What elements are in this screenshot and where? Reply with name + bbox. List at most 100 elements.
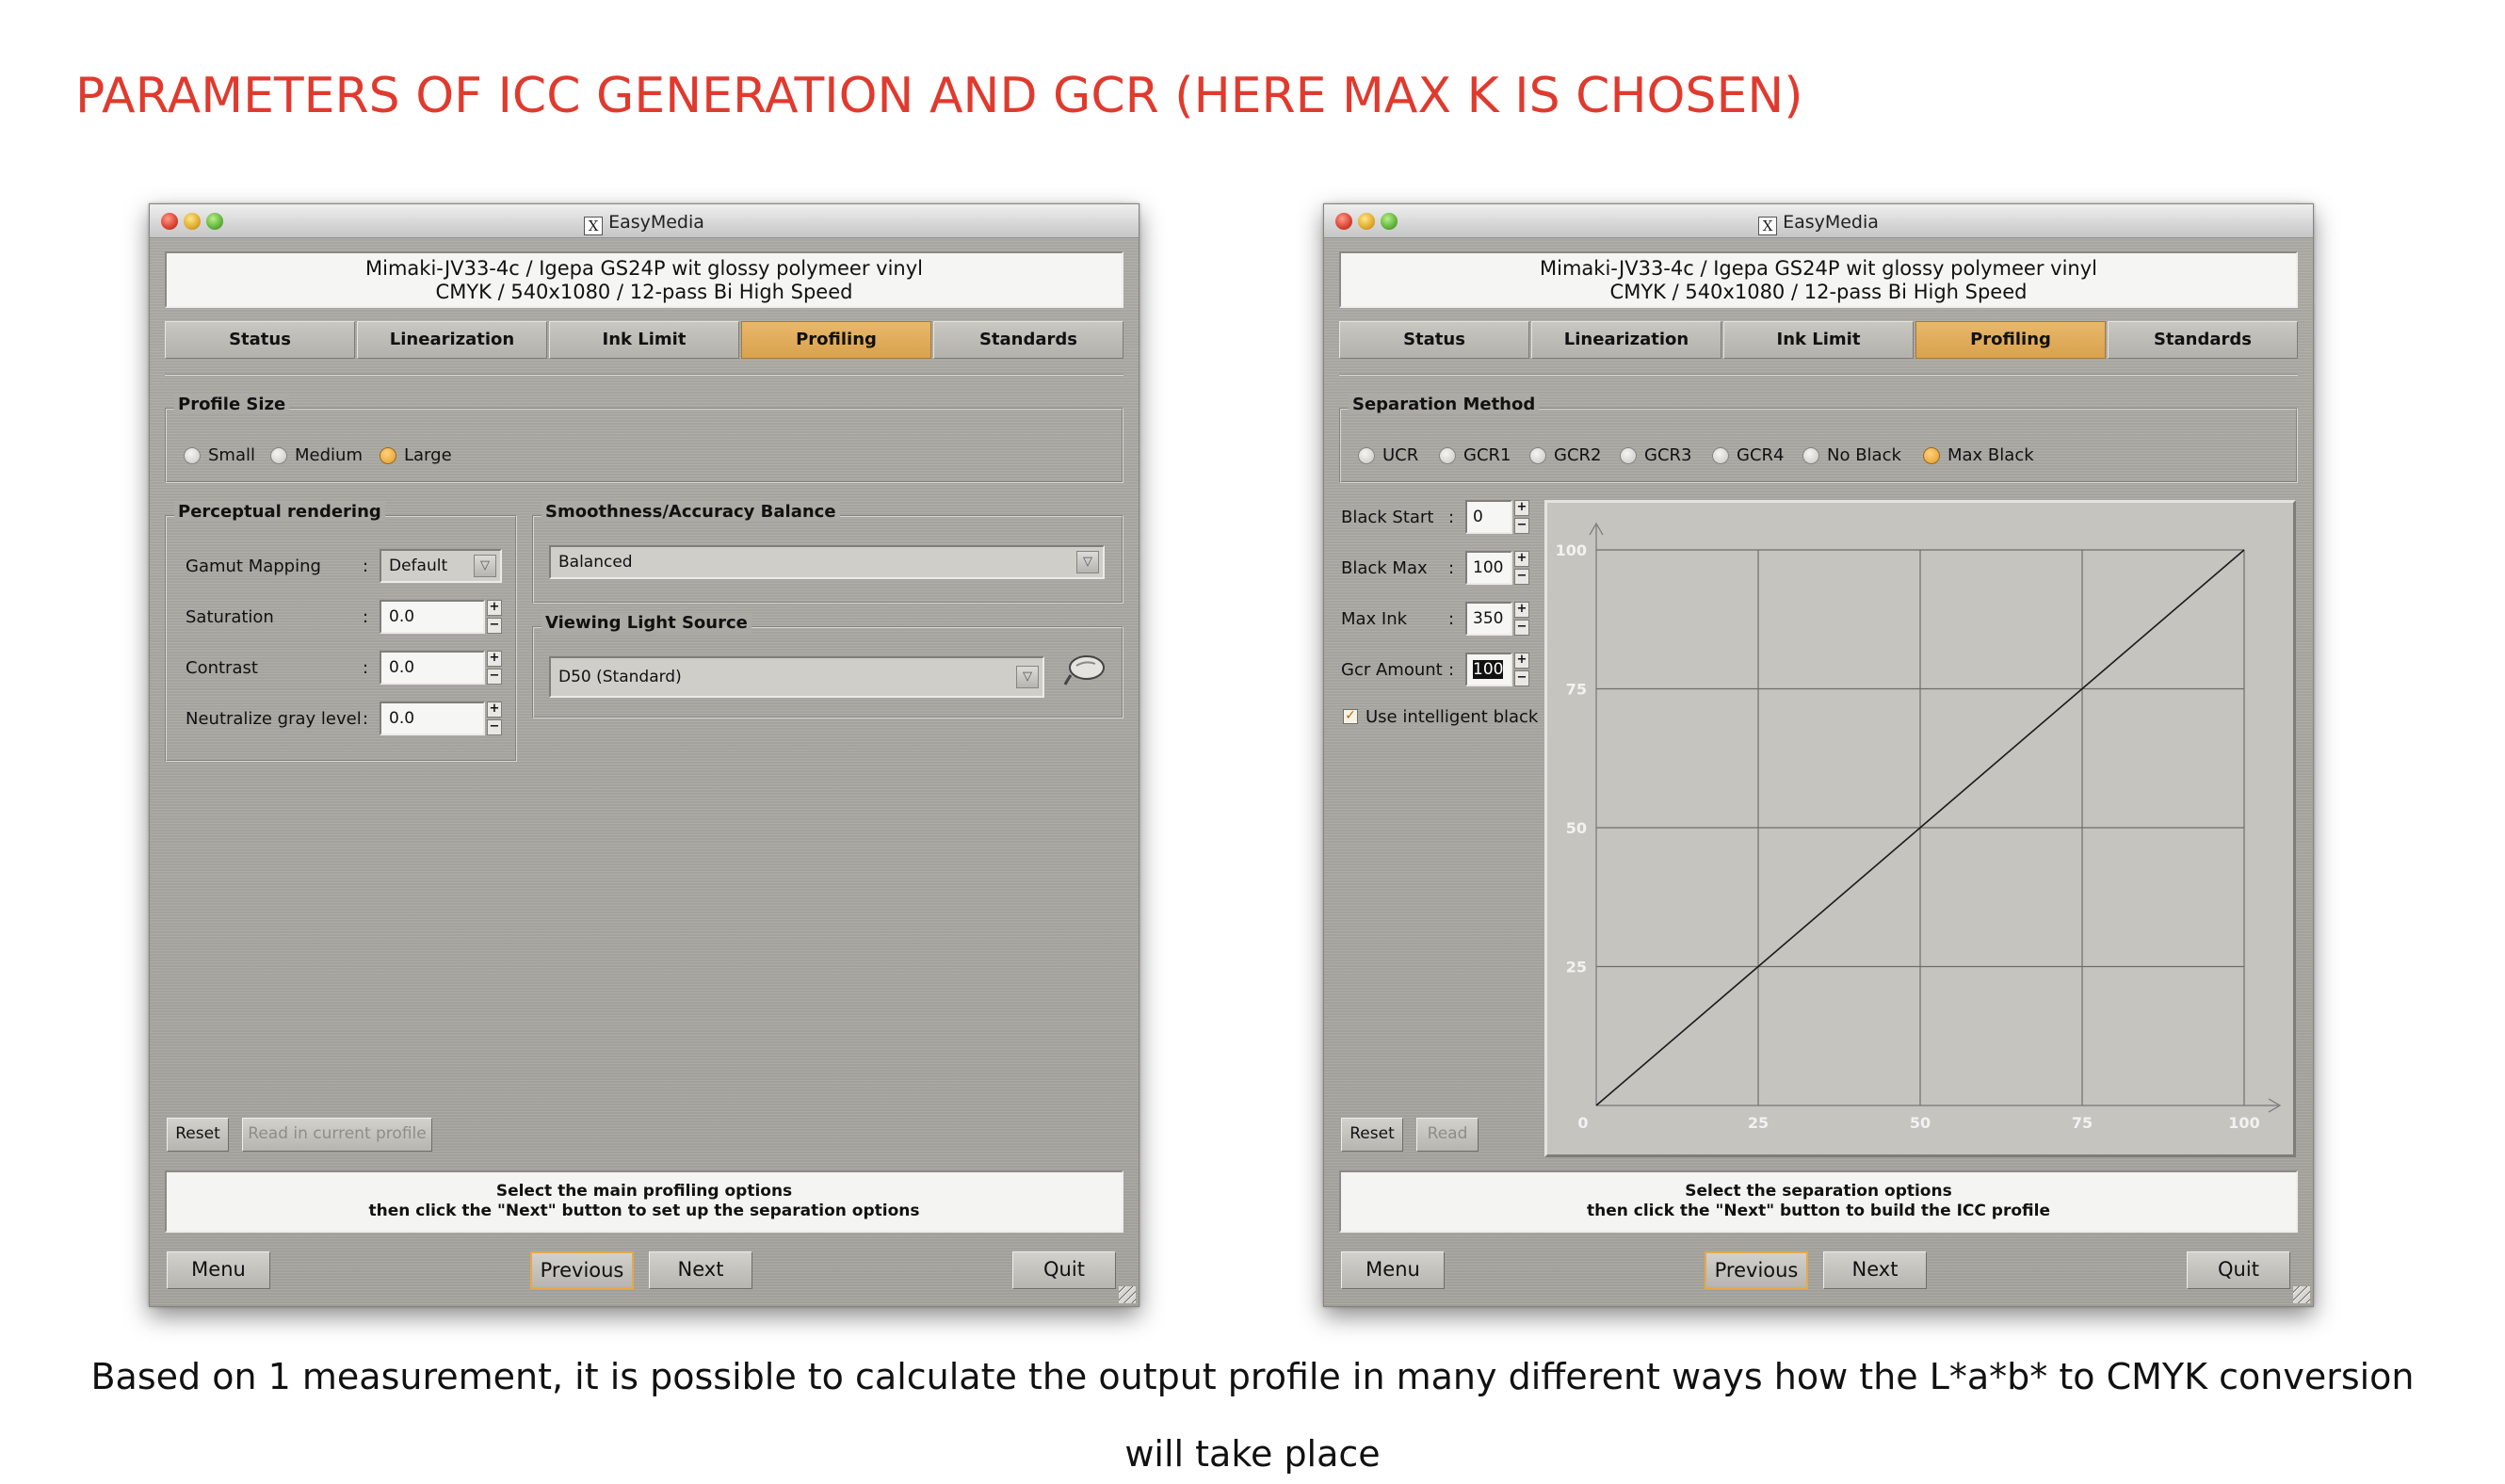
tab-ink-limit[interactable]: Ink Limit — [549, 321, 739, 359]
tab-standards[interactable]: Standards — [2108, 321, 2298, 359]
window-title: X EasyMedia — [1324, 212, 2313, 235]
decrement-icon[interactable]: − — [1514, 620, 1529, 636]
status-line2: then click the "Next" button to build th… — [1587, 1202, 2050, 1220]
tab-linearization[interactable]: Linearization — [357, 321, 547, 359]
radio-label: GCR4 — [1737, 445, 1785, 465]
tab-status[interactable]: Status — [1339, 321, 1529, 359]
intelligent-black-label: Use intelligent black — [1366, 707, 1539, 727]
light-source-select[interactable]: D50 (Standard) ▽ — [549, 656, 1044, 698]
tab-profiling[interactable]: Profiling — [741, 321, 931, 359]
tab-status[interactable]: Status — [165, 321, 355, 359]
max-ink-stepper[interactable]: + − — [1514, 602, 1531, 636]
tab-profiling[interactable]: Profiling — [1915, 321, 2106, 359]
intelligent-black-checkbox[interactable]: ✓ — [1343, 709, 1358, 724]
light-bulb-glyph — [1063, 655, 1105, 686]
light-source-value: D50 (Standard) — [558, 668, 682, 686]
tab-linearization[interactable]: Linearization — [1531, 321, 1721, 359]
x-tick-label: 100 — [2228, 1114, 2259, 1132]
gcr-curve-chart[interactable]: 0 25 50 75 100 25 50 75 100 — [1544, 500, 2296, 1157]
radio-dot — [1712, 446, 1729, 464]
radio-large[interactable]: Large — [380, 445, 452, 465]
contrast-input[interactable]: 0.0 — [380, 651, 485, 685]
resize-grip-icon[interactable] — [1119, 1286, 1136, 1303]
chart-axes — [1589, 522, 2282, 1113]
radio-gcr4[interactable]: GCR4 — [1712, 445, 1784, 465]
radio-gcr3[interactable]: GCR3 — [1620, 445, 1691, 465]
black-start-input[interactable]: 0 — [1465, 500, 1512, 534]
radio-label: GCR1 — [1463, 445, 1511, 465]
black-start-stepper[interactable]: + − — [1514, 500, 1531, 534]
gcr-amount-input[interactable]: 100 — [1465, 653, 1512, 686]
black-max-input[interactable]: 100 — [1465, 551, 1512, 585]
smoothness-value: Balanced — [558, 553, 633, 572]
radio-dot — [1358, 446, 1375, 464]
increment-icon[interactable]: + — [487, 651, 502, 667]
radio-medium[interactable]: Medium — [270, 445, 363, 465]
neutralize-gray-label: Neutralize gray level — [186, 709, 362, 729]
radio-gcr1[interactable]: GCR1 — [1439, 445, 1511, 465]
divider — [165, 374, 1123, 376]
radio-gcr2[interactable]: GCR2 — [1529, 445, 1601, 465]
tab-standards[interactable]: Standards — [933, 321, 1123, 359]
previous-button[interactable]: Previous — [530, 1251, 634, 1289]
decrement-icon[interactable]: − — [1514, 518, 1529, 534]
light-source-label: Viewing Light Source — [541, 613, 752, 633]
decrement-icon[interactable]: − — [1514, 569, 1529, 585]
saturation-input[interactable]: 0.0 — [380, 600, 485, 634]
radio-dot-selected — [1923, 446, 1940, 464]
menu-button[interactable]: Menu — [1341, 1251, 1445, 1289]
easymedia-window-separation: X EasyMedia Mimaki-JV33-4c / Igepa GS24P … — [1323, 203, 2314, 1307]
decrement-icon[interactable]: − — [1514, 670, 1529, 686]
title-bar[interactable]: X EasyMedia — [1324, 204, 2313, 238]
perceptual-rendering-label: Perceptual rendering — [174, 502, 385, 522]
y-tick-label: 100 — [1556, 541, 1587, 559]
reset-button[interactable]: Reset — [167, 1118, 229, 1152]
max-ink-input[interactable]: 350 — [1465, 602, 1512, 636]
radio-dot-selected — [380, 446, 396, 464]
read-button[interactable]: Read — [1416, 1118, 1479, 1152]
increment-icon[interactable]: + — [487, 702, 502, 718]
title-bar[interactable]: X EasyMedia — [150, 204, 1139, 238]
decrement-icon[interactable]: − — [487, 669, 502, 685]
neutralize-gray-stepper[interactable]: + − — [487, 702, 504, 735]
reset-button[interactable]: Reset — [1341, 1118, 1403, 1152]
gamut-mapping-value: Default — [389, 556, 448, 575]
increment-icon[interactable]: + — [1514, 602, 1529, 618]
light-bulb-icon[interactable] — [1061, 647, 1108, 703]
quit-button[interactable]: Quit — [1012, 1251, 1116, 1289]
radio-ucr[interactable]: UCR — [1358, 445, 1418, 465]
quit-button[interactable]: Quit — [2187, 1251, 2290, 1289]
menu-button[interactable]: Menu — [167, 1251, 270, 1289]
smoothness-select[interactable]: Balanced ▽ — [549, 545, 1105, 579]
gcr-curve-plot: 0 25 50 75 100 25 50 75 100 — [1556, 522, 2282, 1132]
radio-label: GCR2 — [1554, 445, 1602, 465]
decrement-icon[interactable]: − — [487, 719, 502, 735]
y-tick-label: 75 — [1566, 681, 1587, 699]
tab-ink-limit[interactable]: Ink Limit — [1723, 321, 1914, 359]
black-start-label: Black Start — [1341, 508, 1434, 527]
read-current-profile-button[interactable]: Read in current profile — [242, 1118, 432, 1152]
radio-max-black[interactable]: Max Black — [1923, 445, 2034, 465]
black-max-stepper[interactable]: + − — [1514, 551, 1531, 585]
gcr-amount-stepper[interactable]: + − — [1514, 653, 1531, 686]
profile-size-label: Profile Size — [174, 395, 290, 414]
chevron-down-icon: ▽ — [474, 555, 496, 577]
caption-line2: will take place — [1124, 1433, 1381, 1475]
neutralize-gray-input[interactable]: 0.0 — [380, 702, 485, 735]
resize-grip-icon[interactable] — [2293, 1286, 2310, 1303]
saturation-stepper[interactable]: + − — [487, 600, 504, 634]
radio-no-black[interactable]: No Black — [1802, 445, 1901, 465]
next-button[interactable]: Next — [1823, 1251, 1927, 1289]
contrast-stepper[interactable]: + − — [487, 651, 504, 685]
radio-small[interactable]: Small — [184, 445, 255, 465]
previous-button[interactable]: Previous — [1705, 1251, 1808, 1289]
decrement-icon[interactable]: − — [487, 618, 502, 634]
increment-icon[interactable]: + — [487, 600, 502, 616]
increment-icon[interactable]: + — [1514, 500, 1529, 516]
increment-icon[interactable]: + — [1514, 653, 1529, 669]
caption-line1: Based on 1 measurement, it is possible t… — [90, 1356, 2415, 1397]
next-button[interactable]: Next — [649, 1251, 752, 1289]
increment-icon[interactable]: + — [1514, 551, 1529, 567]
status-message: Select the separation options then click… — [1339, 1170, 2298, 1233]
gamut-mapping-select[interactable]: Default ▽ — [380, 549, 502, 583]
